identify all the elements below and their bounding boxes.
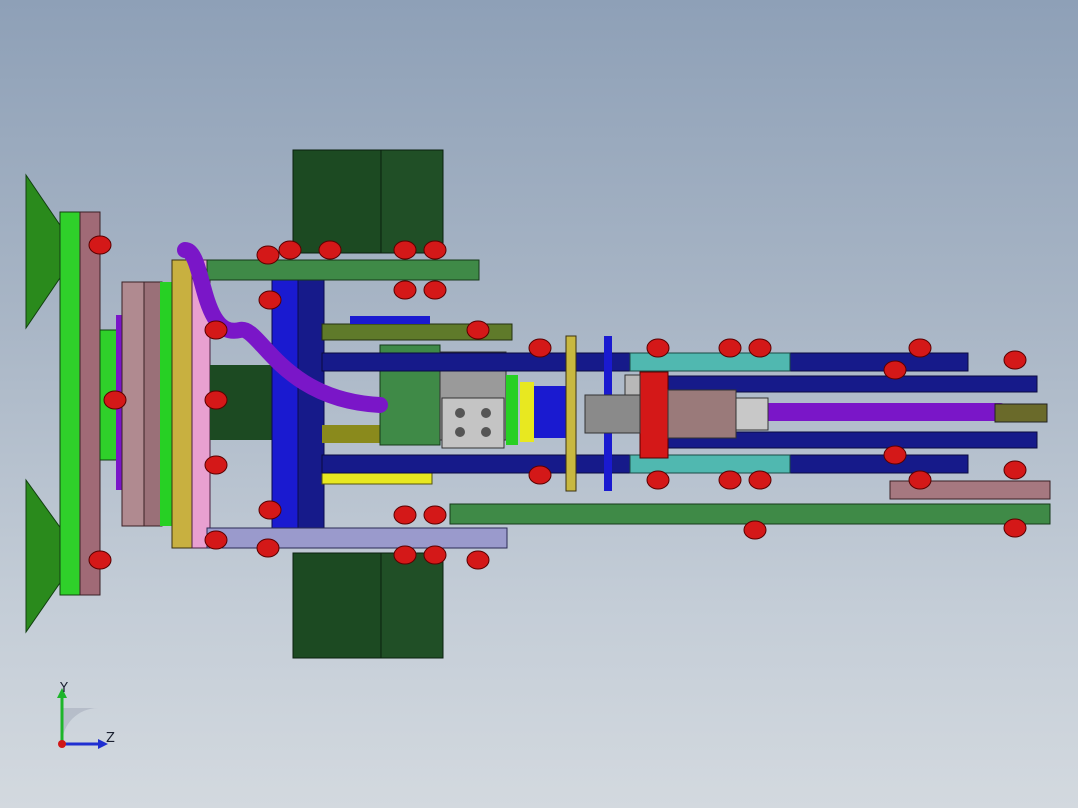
- lower-rail[interactable]: [206, 527, 508, 549]
- bolt-icon: [528, 338, 552, 358]
- bolt-icon: [204, 455, 228, 475]
- bolt-icon: [883, 445, 907, 465]
- bolt-icon: [748, 338, 772, 358]
- bolt-icon: [423, 240, 447, 260]
- bolt-icon: [883, 360, 907, 380]
- bolt-icon: [88, 235, 112, 255]
- suction-cup-bottom[interactable]: [25, 478, 63, 634]
- bolt-icon: [908, 470, 932, 490]
- bolt-icon: [318, 240, 342, 260]
- end-flange[interactable]: [59, 211, 211, 596]
- bolt-icon: [256, 538, 280, 558]
- bolt-icon: [258, 500, 282, 520]
- bolt-icon: [393, 505, 417, 525]
- center-housing[interactable]: [210, 279, 325, 529]
- bolt-icon: [718, 338, 742, 358]
- bolt-icon: [1003, 350, 1027, 370]
- bolt-icon: [1003, 460, 1027, 480]
- bolt-icon: [393, 545, 417, 565]
- bolt-icon: [204, 530, 228, 550]
- bolt-icon: [204, 390, 228, 410]
- upper-rail[interactable]: [206, 259, 480, 281]
- bolt-icon: [393, 240, 417, 260]
- bolt-icon: [423, 505, 447, 525]
- suction-cup-top[interactable]: [25, 173, 63, 330]
- mount-plate-top[interactable]: [292, 149, 444, 254]
- end-effector[interactable]: [994, 403, 1048, 423]
- bolt-icon: [393, 280, 417, 300]
- bolt-icon: [1003, 518, 1027, 538]
- bolt-icon: [466, 320, 490, 340]
- axis-triad: Y Z: [57, 681, 115, 749]
- cad-model-view[interactable]: [0, 0, 1078, 808]
- bolt-icon: [256, 245, 280, 265]
- bolt-icon: [748, 470, 772, 490]
- bolt-icon: [646, 338, 670, 358]
- bolt-icon: [278, 240, 302, 260]
- mount-plate-bottom[interactable]: [292, 552, 444, 659]
- bolt-icon: [908, 338, 932, 358]
- z-axis-label: Z: [106, 731, 115, 746]
- x-axis-icon: [58, 740, 66, 748]
- cad-viewport[interactable]: Y Z: [0, 0, 1078, 808]
- bolt-icon: [743, 520, 767, 540]
- bolt-icon: [528, 465, 552, 485]
- bolt-icon: [423, 280, 447, 300]
- bolt-icon: [466, 550, 490, 570]
- bolt-icon: [646, 470, 670, 490]
- bolt-icon: [718, 470, 742, 490]
- bolt-icon: [258, 290, 282, 310]
- bolt-icon: [423, 545, 447, 565]
- bolt-icon: [103, 390, 127, 410]
- base-beam[interactable]: [449, 480, 1051, 525]
- bolt-icon: [204, 320, 228, 340]
- bolt-icon: [88, 550, 112, 570]
- y-axis-label: Y: [59, 681, 68, 696]
